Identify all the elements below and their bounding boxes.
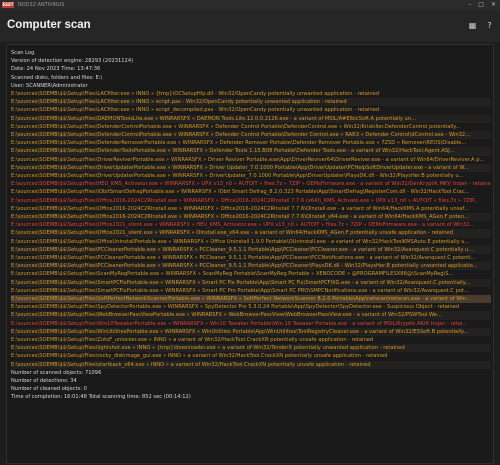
- detection-row[interactable]: E:\sources\SOEMB\$$\Setup\Files\Defender…: [11, 147, 491, 156]
- detection-row[interactable]: E:\sources\SOEMB\$$\Setup\Files\rocky_di…: [11, 352, 491, 360]
- detection-row[interactable]: E:\sources\SOEMB\$$\Setup\Files\startbac…: [11, 360, 491, 369]
- detection-row[interactable]: E:\sources\SOEMB\$$\Setup\Files\SmartPCF…: [11, 287, 491, 295]
- detection-row[interactable]: E:\sources\SOEMB\$$\Setup\Files\LACfilte…: [11, 90, 491, 98]
- minimize-icon[interactable]: –: [468, 1, 471, 8]
- scan-log[interactable]: Scan Log Version of detection engine: 282…: [6, 44, 494, 464]
- detection-row[interactable]: E:\sources\SOEMB\$$\Setup\Files\LACfilte…: [11, 98, 491, 107]
- grid-icon[interactable]: ▦: [468, 21, 477, 30]
- summary-line: Number of scanned objects: 71096: [11, 369, 102, 376]
- detection-row[interactable]: E:\sources\SOEMB\$$\Setup\Files\ScanMyRe…: [11, 270, 491, 278]
- detection-row[interactable]: E:\sources\SOEMB\$$\Setup\Files\SmartPCF…: [11, 278, 491, 287]
- detection-row[interactable]: E:\sources\SOEMB\$$\Setup\Files\WebBrows…: [11, 311, 491, 320]
- detection-row[interactable]: E:\sources\SOEMB\$$\Setup\Files\Defender…: [11, 123, 491, 131]
- detection-row[interactable]: E:\sources\SOEMB\$$\Setup\Files\Office20…: [11, 205, 491, 213]
- detection-row[interactable]: E:\sources\SOEMB\$$\Setup\Files\Office20…: [11, 221, 491, 229]
- detection-row[interactable]: E:\sources\SOEMB\$$\Setup\Files\DriverUp…: [11, 163, 491, 172]
- detection-row[interactable]: E:\sources\SOEMB\$$\Setup\Files\IObitSma…: [11, 188, 491, 196]
- page-header: Computer scan ▦ ?: [0, 10, 500, 42]
- app-logo: ESET: [2, 2, 14, 8]
- window-controls: – □ ✕: [468, 1, 496, 8]
- detection-row[interactable]: E:\sources\SOEMB\$$\Setup\Files\HEU_KMS_…: [11, 180, 491, 188]
- detection-row[interactable]: E:\sources\SOEMB\$$\Setup\Files\lightsho…: [11, 344, 491, 353]
- detection-row[interactable]: E:\sources\SOEMB\$$\Setup\Files\Defender…: [11, 131, 491, 140]
- detection-row[interactable]: E:\sources\SOEMB\$$\Setup\Files\SpyDetec…: [11, 303, 491, 311]
- window-title: NOD32 ANTIVIRUS: [18, 2, 65, 8]
- detection-row[interactable]: E:\sources\SOEMB\$$\Setup\Files\DAEMONTo…: [11, 114, 491, 123]
- close-icon[interactable]: ✕: [491, 1, 496, 8]
- log-info-line: Scan Log: [11, 50, 35, 56]
- detection-row[interactable]: E:\sources\SOEMB\$$\Setup\Files\Office20…: [11, 213, 491, 222]
- maximize-icon[interactable]: □: [478, 1, 484, 8]
- summary-line: Number of detections: 34: [11, 378, 77, 384]
- detection-row[interactable]: E:\sources\SOEMB\$$\Setup\Files\Office20…: [11, 229, 491, 238]
- detection-row[interactable]: E:\sources\SOEMB\$$\Setup\Files\PCCleane…: [11, 245, 491, 254]
- page-title: Computer scan: [7, 19, 91, 31]
- detection-row[interactable]: E:\sources\SOEMB\$$\Setup\Files\PCCleane…: [11, 254, 491, 262]
- log-info-line: Scanned disks, folders and files: E:\: [11, 74, 103, 81]
- detection-row[interactable]: E:\sources\SOEMB\$$\Setup\Files\OfficeUn…: [11, 238, 491, 246]
- summary-line: Time of completion: 16:01:48 Total scann…: [11, 394, 191, 401]
- help-icon[interactable]: ?: [485, 21, 494, 30]
- detection-row[interactable]: E:\sources\SOEMB\$$\Setup\Files\DriverUp…: [11, 172, 491, 180]
- detection-row[interactable]: E:\sources\SOEMB\$$\Setup\Files\SoftPerf…: [11, 295, 491, 304]
- detection-row[interactable]: E:\sources\SOEMB\$$\Setup\Files\PCCleane…: [11, 262, 491, 271]
- log-info-line: User: SCANNER\Administrator: [11, 82, 88, 89]
- title-bar: ESET NOD32 ANTIVIRUS – □ ✕: [0, 0, 500, 10]
- log-info-line: Version of detection engine: 28293 (2023…: [11, 58, 134, 65]
- detection-row[interactable]: E:\sources\SOEMB\$$\Setup\Files\Win10Twe…: [11, 320, 491, 328]
- detection-row[interactable]: E:\sources\SOEMB\$$\Setup\Files\WinUtili…: [11, 327, 491, 336]
- summary-line: Number of cleaned objects: 0: [11, 386, 87, 393]
- detection-row[interactable]: E:\sources\SOEMB\$$\Setup\Files\LACfilte…: [11, 106, 491, 114]
- detection-row[interactable]: E:\sources\SOEMB\$$\Setup\Files\DriverRe…: [11, 156, 491, 164]
- detection-row[interactable]: E:\sources\SOEMB\$$\Setup\Files\Defender…: [11, 139, 491, 147]
- log-info-line: Date: 24 Nov 2023 Time: 13:47:36: [11, 66, 101, 73]
- detection-row[interactable]: E:\sources\SOEMB\$$\Setup\Files\ZotoF_un…: [11, 336, 491, 344]
- detection-row[interactable]: E:\sources\SOEMB\$$\Setup\Files\Office20…: [11, 197, 491, 205]
